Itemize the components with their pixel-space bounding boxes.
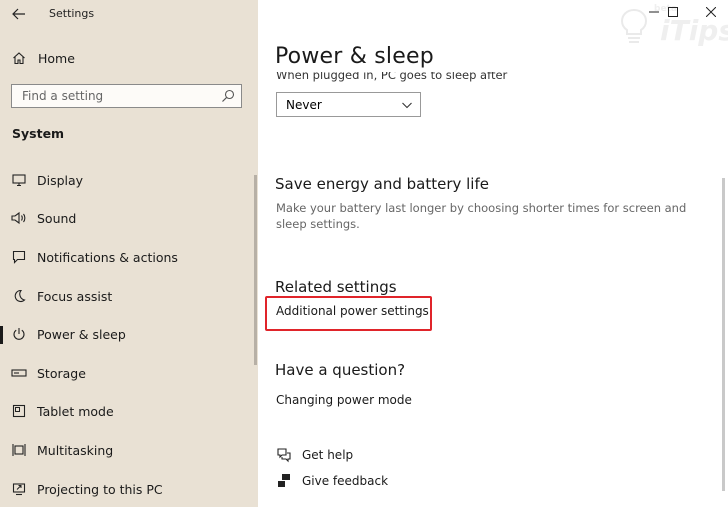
back-button[interactable]: [8, 4, 30, 24]
sidebar-item-label: Notifications & actions: [37, 249, 178, 265]
notification-icon: [11, 249, 27, 265]
get-help-link[interactable]: Get help: [276, 446, 353, 464]
close-icon: [706, 7, 716, 17]
section-label: System: [12, 126, 65, 141]
feedback-icon: [276, 473, 292, 489]
sidebar-item-projecting[interactable]: Projecting to this PC: [0, 472, 258, 506]
give-feedback-label: Give feedback: [302, 474, 389, 488]
chevron-down-icon: [402, 102, 412, 109]
home-icon: [11, 50, 27, 66]
search-placeholder: Find a setting: [22, 89, 104, 103]
sidebar-item-label: Power & sleep: [37, 326, 126, 342]
back-arrow-icon: [12, 8, 25, 20]
sidebar-item-label: Projecting to this PC: [37, 481, 163, 497]
close-button[interactable]: [698, 2, 724, 22]
sidebar-item-focus-assist[interactable]: Focus assist: [0, 279, 258, 313]
storage-icon: [11, 365, 27, 381]
related-settings-heading: Related settings: [275, 278, 397, 296]
main-scrollbar[interactable]: [722, 178, 725, 491]
sleep-dropdown-value: Never: [286, 98, 322, 112]
sleep-setting-label-text: When plugged in, PC goes to sleep after: [276, 72, 508, 82]
maximize-button[interactable]: [660, 2, 686, 22]
give-feedback-link[interactable]: Give feedback: [276, 472, 388, 490]
sidebar-item-home[interactable]: Home: [0, 41, 258, 75]
sleep-dropdown[interactable]: Never: [276, 92, 421, 117]
changing-power-mode-link[interactable]: Changing power mode: [276, 393, 412, 407]
sidebar-item-label: Display: [37, 172, 84, 188]
multitasking-icon: [11, 442, 27, 458]
page-title: Power & sleep: [275, 44, 434, 69]
question-heading: Have a question?: [275, 361, 406, 379]
sidebar-item-label: Sound: [37, 210, 77, 226]
search-input[interactable]: Find a setting: [11, 84, 242, 108]
sidebar-item-sound[interactable]: Sound: [0, 201, 258, 235]
search-icon: [222, 89, 235, 102]
sleep-setting-label: When plugged in, PC goes to sleep after: [276, 72, 576, 84]
save-energy-description: Make your battery last longer by choosin…: [276, 201, 687, 231]
app-title: Settings: [49, 7, 95, 20]
sidebar-item-label: Focus assist: [37, 288, 113, 304]
sidebar-item-notifications[interactable]: Notifications & actions: [0, 240, 258, 274]
help-chat-icon: [276, 447, 292, 463]
sidebar-item-display[interactable]: Display: [0, 163, 258, 197]
sidebar-scrollbar[interactable]: [254, 175, 257, 365]
save-energy-heading: Save energy and battery life: [275, 175, 489, 193]
monitor-icon: [11, 172, 27, 188]
projector-icon: [11, 481, 27, 497]
maximize-icon: [668, 7, 678, 17]
power-icon: [11, 326, 27, 342]
sidebar: Settings Home Find a setting System Disp…: [0, 0, 258, 507]
sidebar-item-tablet-mode[interactable]: Tablet mode: [0, 394, 258, 428]
title-bar: Settings: [0, 0, 258, 28]
highlight-box: [265, 296, 432, 331]
sidebar-item-power-sleep[interactable]: Power & sleep: [0, 317, 258, 351]
main-content: Power & sleep When plugged in, PC goes t…: [258, 0, 728, 507]
moon-icon: [11, 288, 27, 304]
speaker-icon: [11, 210, 27, 226]
sidebar-item-storage[interactable]: Storage: [0, 356, 258, 390]
sidebar-item-multitasking[interactable]: Multitasking: [0, 433, 258, 467]
sidebar-item-label: Tablet mode: [37, 403, 114, 419]
sidebar-item-label: Multitasking: [37, 442, 114, 458]
tablet-icon: [11, 403, 27, 419]
sidebar-item-label: Home: [38, 50, 75, 66]
minimize-icon: [649, 11, 659, 13]
sidebar-item-label: Storage: [37, 365, 86, 381]
get-help-label: Get help: [302, 448, 354, 462]
